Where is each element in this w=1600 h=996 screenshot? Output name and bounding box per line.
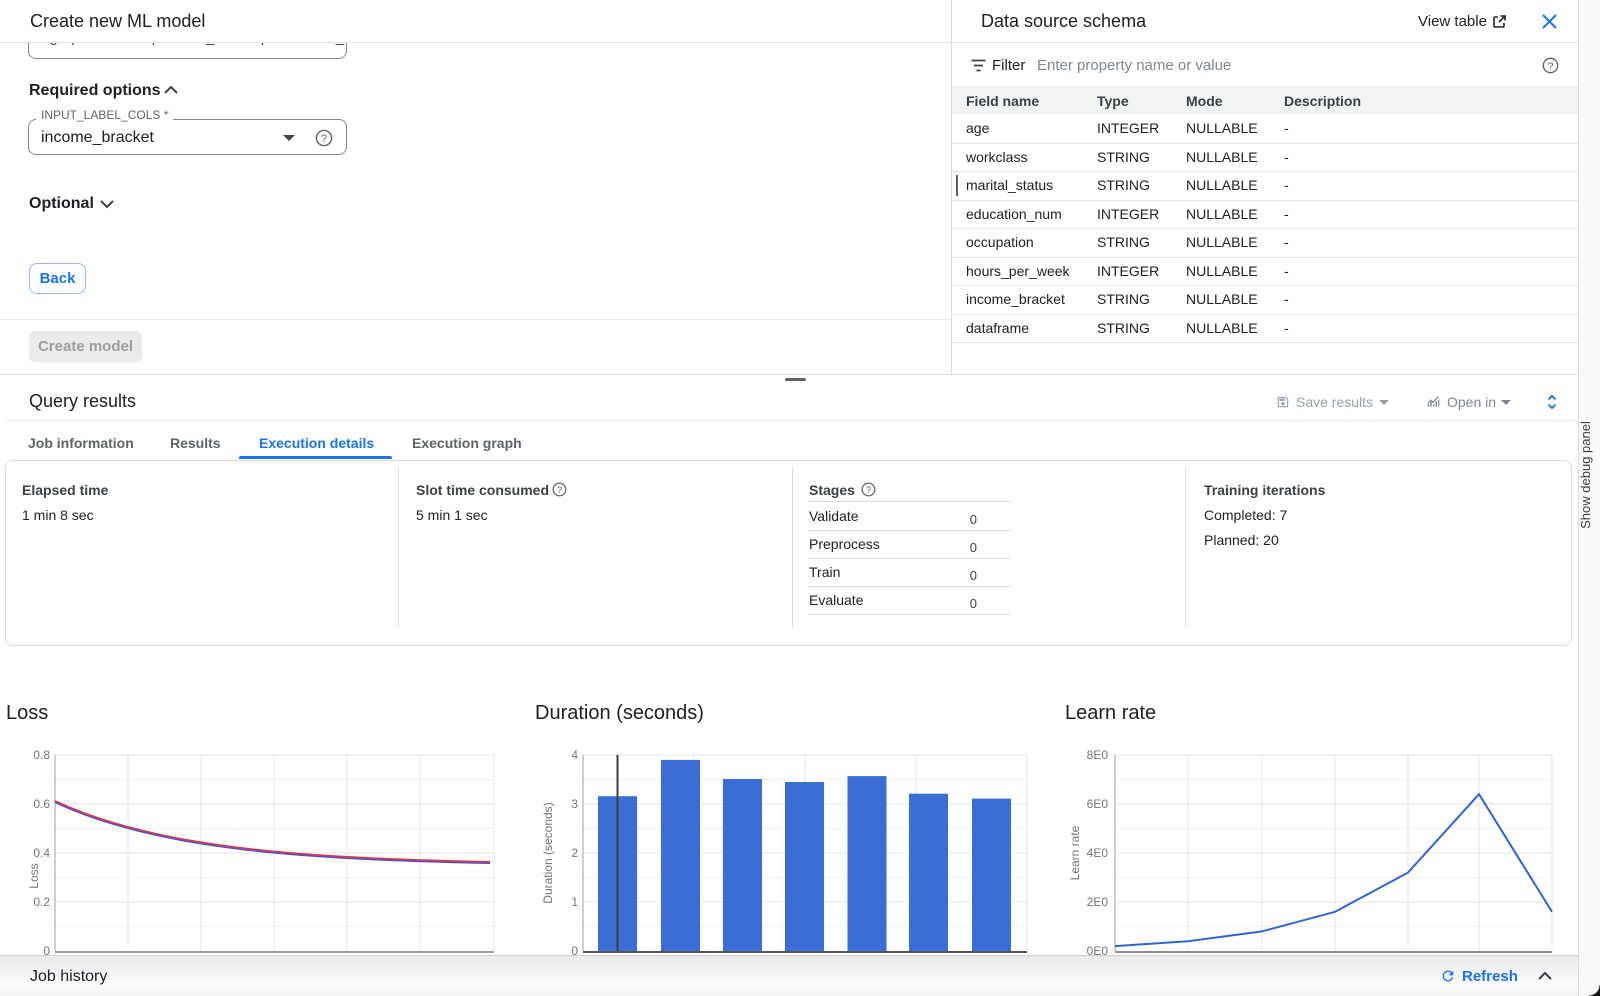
svg-text:1: 1 (571, 895, 578, 909)
svg-text:Duration (seconds): Duration (seconds) (541, 802, 555, 903)
svg-text:4: 4 (571, 748, 578, 762)
svg-text:0.8: 0.8 (33, 748, 50, 762)
svg-text:0.2: 0.2 (33, 895, 50, 909)
svg-text:Loss: Loss (27, 863, 41, 888)
svg-text:2: 2 (571, 846, 578, 860)
svg-text:Learn rate: Learn rate (1068, 825, 1082, 880)
svg-text:3: 3 (571, 797, 578, 811)
svg-text:4E0: 4E0 (1087, 846, 1109, 860)
svg-text:0.6: 0.6 (33, 797, 50, 811)
svg-text:6E0: 6E0 (1087, 797, 1109, 811)
svg-text:0.4: 0.4 (33, 846, 50, 860)
svg-text:8E0: 8E0 (1087, 748, 1109, 762)
svg-text:2E0: 2E0 (1087, 895, 1109, 909)
